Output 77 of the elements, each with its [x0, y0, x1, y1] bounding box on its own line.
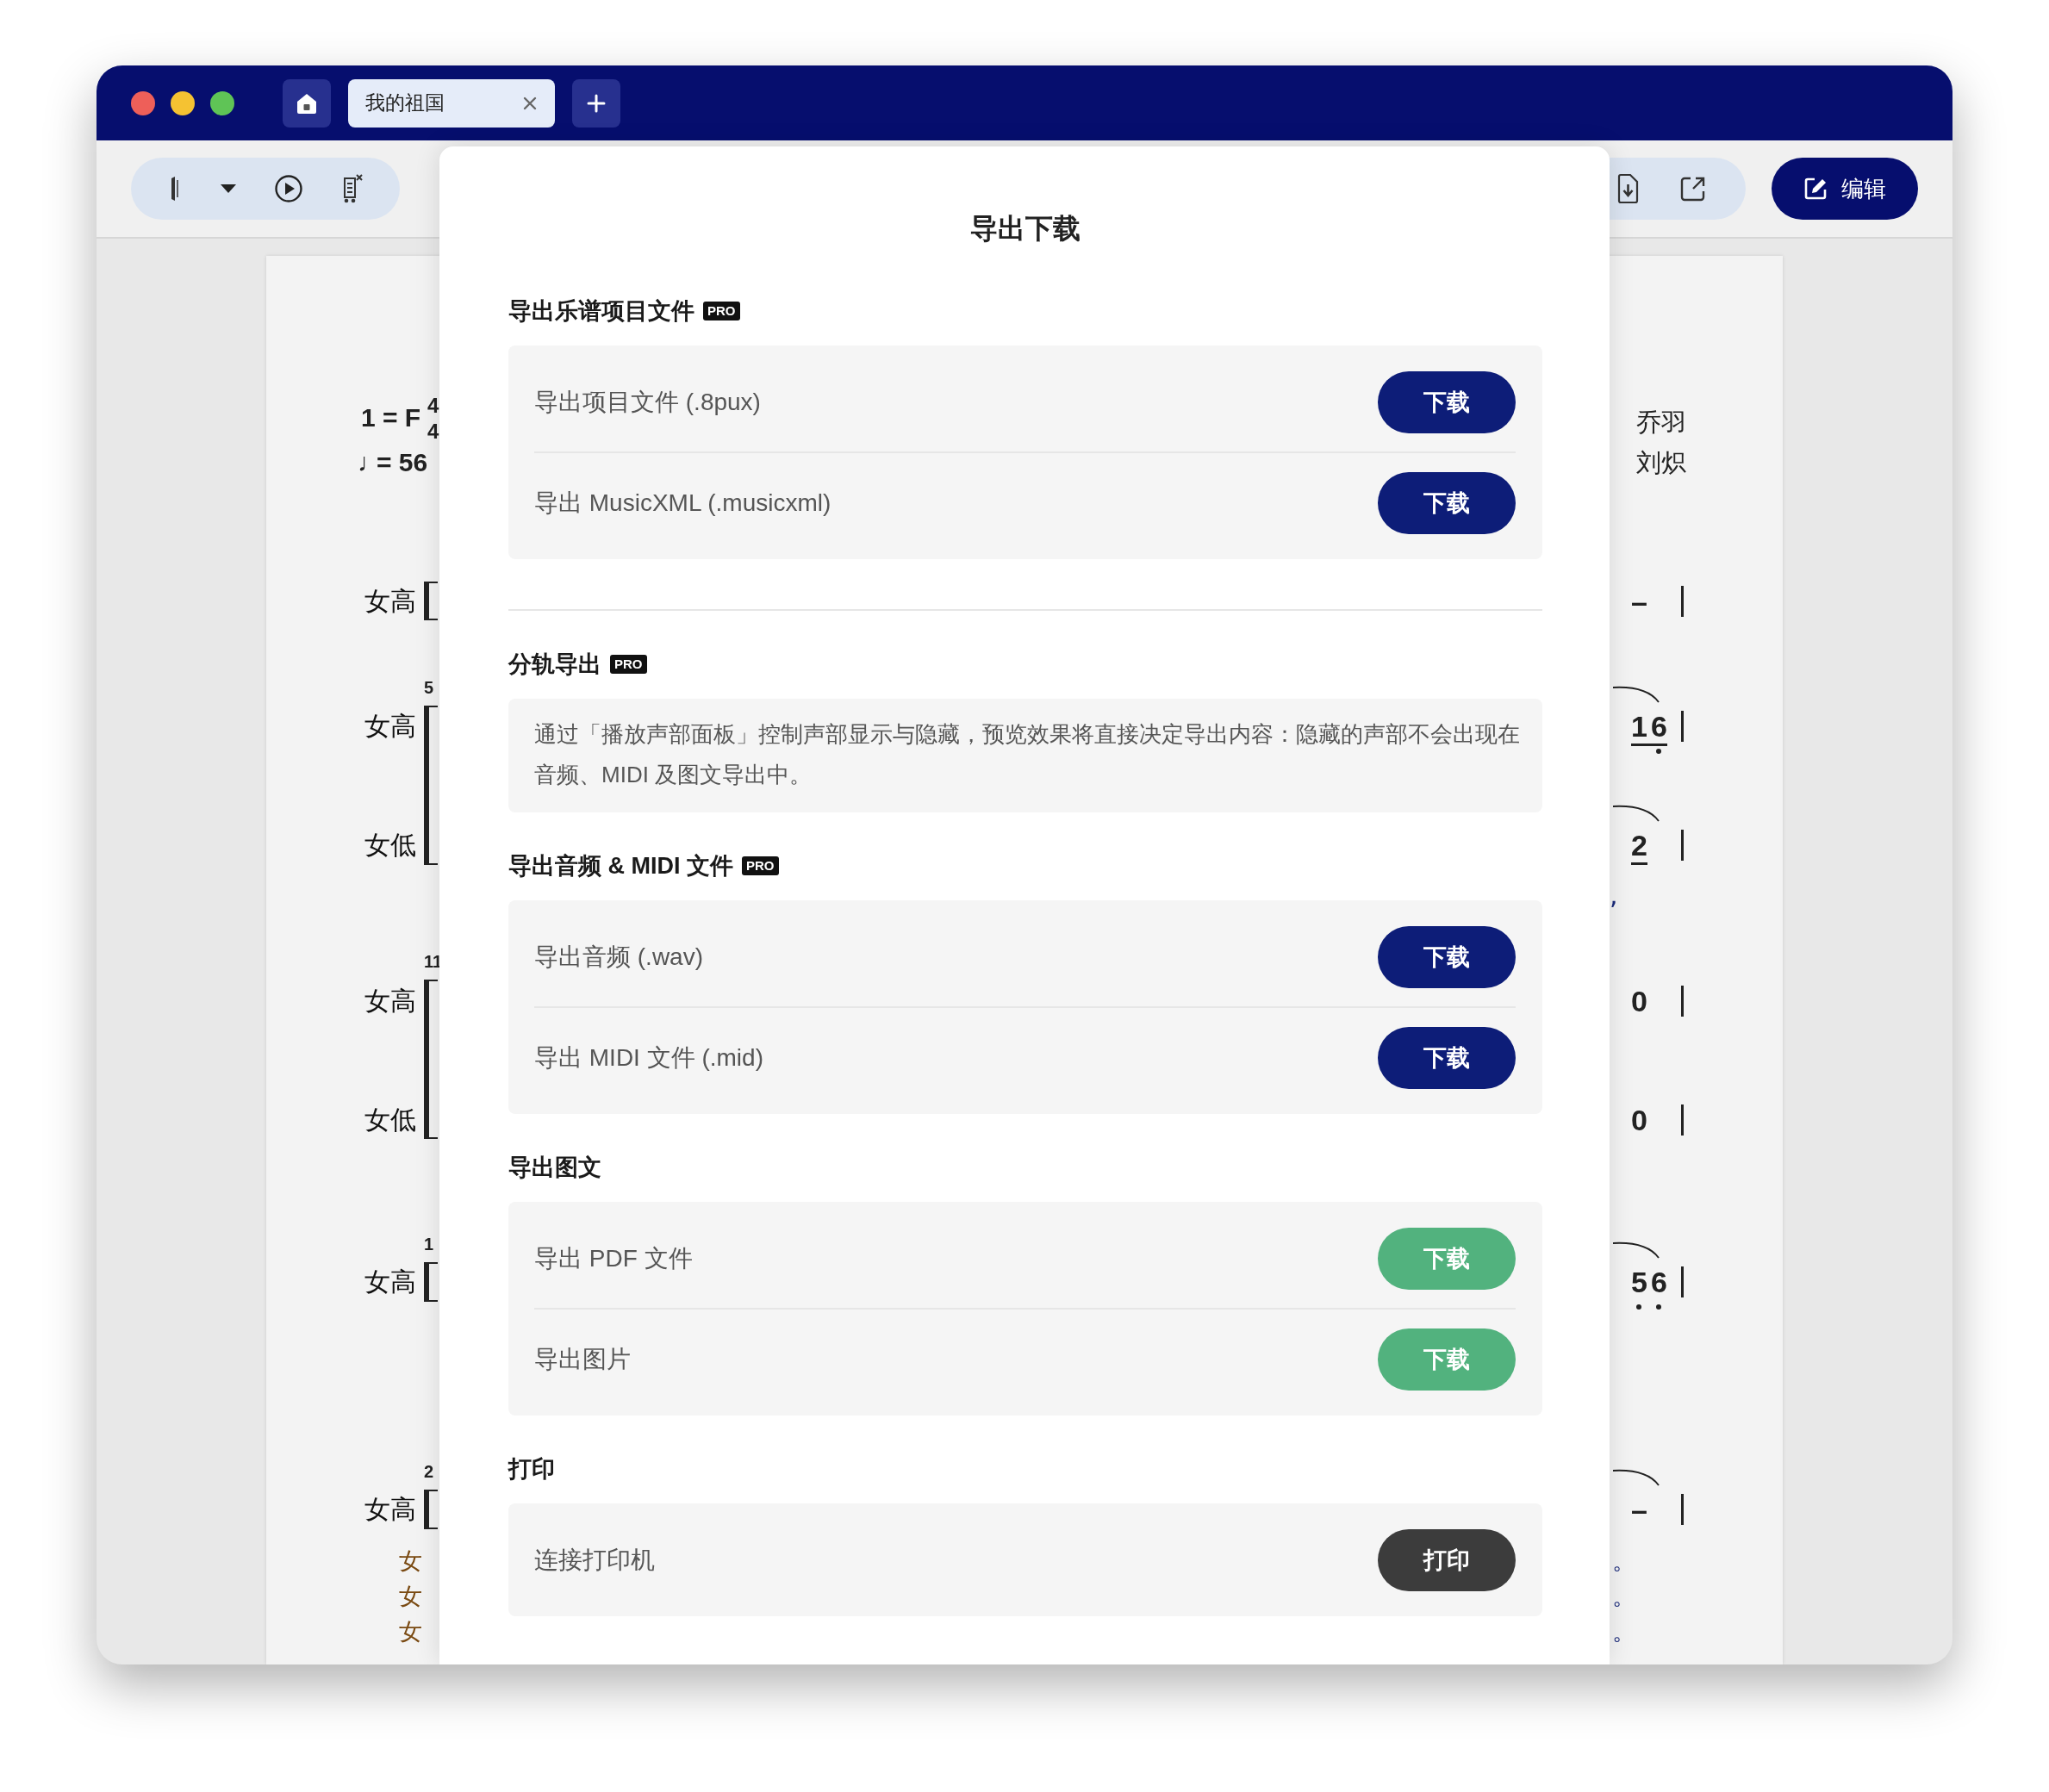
section-title: 导出乐谱项目文件 — [508, 297, 694, 326]
note-number: 2 — [1631, 828, 1647, 863]
note-number: – — [1631, 1492, 1647, 1528]
new-tab-button[interactable] — [572, 78, 620, 128]
dialog-title: 导出下载 — [969, 212, 1081, 246]
zoom-window-button[interactable] — [210, 90, 234, 115]
lyric-text: 。 — [1612, 1546, 1635, 1576]
part-label: 女低 — [364, 829, 416, 862]
close-window-button[interactable] — [131, 90, 155, 115]
download-button[interactable]: 下载 — [1378, 1026, 1516, 1089]
caret-down-icon[interactable] — [219, 183, 239, 195]
minimize-window-button[interactable] — [171, 90, 195, 115]
measure-number: 5 — [424, 678, 434, 698]
key-signature: 1 = F — [361, 402, 421, 433]
note-number: 0 — [1631, 1103, 1647, 1138]
note-number: 5 — [1631, 1265, 1647, 1300]
note-number: 1 — [1631, 709, 1647, 744]
lyric-comma: , — [1610, 882, 1618, 908]
download-button[interactable]: 下载 — [1378, 370, 1516, 433]
section-title: 分轨导出 — [508, 650, 601, 679]
part-label: 女低 — [364, 1104, 416, 1136]
info-note: 通过「播放声部面板」控制声部显示与隐藏，预览效果将直接决定导出内容：隐藏的声部不会出现在音频、MIDI 及图文导出中。 — [508, 699, 1542, 812]
note-number: – — [1631, 584, 1647, 619]
pro-badge: PRO — [742, 856, 779, 875]
home-button[interactable] — [283, 78, 331, 128]
part-label: 女高 — [364, 710, 416, 743]
play-icon[interactable] — [273, 174, 303, 203]
close-icon[interactable] — [522, 95, 538, 111]
export-option-label: 导出 PDF 文件 — [534, 1243, 693, 1273]
export-option-label: 导出图片 — [534, 1344, 631, 1374]
barline — [1681, 1494, 1684, 1525]
section-title: 打印 — [508, 1455, 555, 1484]
credit-text: 乔羽 — [1636, 407, 1686, 439]
barline — [1681, 1266, 1684, 1297]
note-number: 6 — [1650, 709, 1667, 744]
credit-text: 刘炽 — [1636, 447, 1686, 479]
document-tab[interactable]: 我的祖国 — [348, 78, 555, 128]
edit-icon — [1803, 177, 1828, 201]
lyric-text: 女 — [399, 1617, 422, 1646]
part-label: 女高 — [364, 1266, 416, 1298]
time-signature-bottom: 4 — [427, 420, 439, 444]
barline — [1681, 1104, 1684, 1136]
edit-button[interactable]: 编辑 — [1772, 158, 1918, 220]
plus-icon — [586, 92, 607, 114]
export-option-label: 导出 MIDI 文件 (.mid) — [534, 1042, 763, 1073]
download-button[interactable]: 下载 — [1378, 925, 1516, 988]
pro-badge: PRO — [610, 655, 647, 674]
lyric-text: 女 — [399, 1546, 422, 1576]
pro-badge: PRO — [703, 302, 740, 320]
share-icon[interactable] — [1679, 175, 1707, 202]
section-title: 导出音频 & MIDI 文件 — [508, 852, 733, 880]
part-label: 女高 — [364, 585, 416, 618]
staff-bracket — [422, 1262, 438, 1302]
barline — [1681, 830, 1684, 861]
barline — [1681, 586, 1684, 617]
home-icon — [296, 91, 318, 115]
note-number: 0 — [1631, 984, 1647, 1019]
time-signature-top: 4 — [427, 394, 439, 418]
lyric-text: 女 — [399, 1582, 422, 1611]
part-label: 女高 — [364, 985, 416, 1017]
measure-number: 1 — [424, 1235, 434, 1254]
staff-bracket — [422, 1490, 438, 1529]
export-option-label: 导出音频 (.wav) — [534, 942, 703, 972]
download-button[interactable]: 下载 — [1378, 471, 1516, 534]
barline — [1681, 986, 1684, 1017]
export-option-label: 连接打印机 — [534, 1545, 655, 1575]
print-button[interactable]: 打印 — [1378, 1528, 1516, 1591]
measure-number: 2 — [424, 1462, 434, 1482]
section-title: 导出图文 — [508, 1154, 601, 1182]
staff-bracket — [422, 582, 438, 620]
export-option-label: 导出 MusicXML (.musicxml) — [534, 488, 831, 518]
export-option-label: 导出项目文件 (.8pux) — [534, 387, 761, 417]
lyric-text: 。 — [1612, 1617, 1635, 1646]
note-number: 6 — [1650, 1265, 1667, 1300]
part-label: 女高 — [364, 1493, 416, 1526]
lyric-text: 。 — [1612, 1582, 1635, 1611]
barline — [1681, 711, 1684, 742]
